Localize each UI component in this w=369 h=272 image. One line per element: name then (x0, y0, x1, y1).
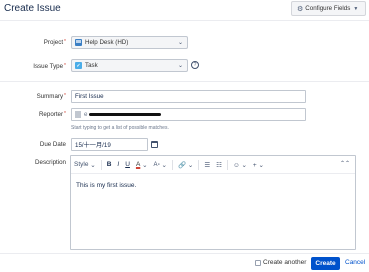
issue-type-label: Issue Type* (33, 63, 66, 70)
header-divider (0, 20, 369, 21)
footer-divider (0, 253, 369, 254)
chevron-down-icon: ▼ (353, 5, 359, 12)
section-divider (0, 81, 369, 82)
bold-button[interactable]: B (104, 159, 115, 171)
italic-button[interactable]: I (114, 159, 122, 171)
editor-toolbar: Style ⌄ B I U A ⌄ A⁹ ⌄ 🔗 ⌄ ☰ ☷ ☺ ⌄ + ⌄ ⌃… (71, 156, 355, 174)
description-content: This is my first issue. (76, 182, 137, 189)
project-icon (75, 39, 82, 46)
cancel-link[interactable]: Cancel (345, 259, 365, 266)
create-another-checkbox[interactable] (255, 260, 261, 266)
chevron-down-icon: ⌄ (177, 40, 183, 46)
plus-icon[interactable]: + ⌄ (250, 159, 267, 171)
gear-icon: ⚙ (297, 5, 304, 13)
text-color-button[interactable]: A ⌄ (133, 159, 151, 171)
calendar-icon[interactable] (151, 141, 158, 148)
issue-type-value: Task (85, 62, 98, 69)
reporter-input[interactable]: e (71, 108, 306, 121)
issue-type-select[interactable]: ✓ Task ⌄ (71, 59, 188, 72)
project-select[interactable]: Help Desk (HD) ⌄ (71, 36, 188, 49)
emoji-icon[interactable]: ☺ ⌄ (230, 159, 250, 171)
due-date-label: Due Date (39, 141, 66, 148)
summary-value: First Issue (75, 93, 104, 100)
summary-input[interactable]: First Issue (71, 90, 306, 103)
underline-button[interactable]: U (122, 159, 133, 171)
task-icon: ✓ (75, 62, 82, 69)
configure-fields-label: Configure Fields (305, 5, 351, 12)
link-icon[interactable]: 🔗 ⌄ (175, 159, 196, 171)
project-label: Project* (43, 39, 66, 46)
bullet-list-icon[interactable]: ☰ (201, 159, 213, 171)
toolbar-separator (227, 159, 228, 170)
project-value: Help Desk (HD) (85, 39, 129, 46)
dialog-title: Create Issue (4, 3, 61, 14)
help-icon[interactable]: ? (191, 61, 199, 69)
create-button[interactable]: Create (311, 257, 340, 270)
reporter-label: Reporter* (38, 111, 66, 118)
configure-fields-button[interactable]: ⚙ Configure Fields ▼ (291, 1, 366, 16)
style-dropdown[interactable]: Style ⌄ (71, 159, 99, 171)
numbered-list-icon[interactable]: ☷ (213, 159, 225, 171)
due-date-input[interactable]: 15/十一月/19 (71, 138, 148, 151)
due-date-value: 15/十一月/19 (75, 142, 111, 149)
chevron-down-icon: ⌄ (177, 63, 183, 69)
avatar-icon (75, 111, 81, 118)
create-another-label[interactable]: Create another (263, 259, 306, 266)
description-editor[interactable]: Style ⌄ B I U A ⌄ A⁹ ⌄ 🔗 ⌄ ☰ ☷ ☺ ⌄ + ⌄ ⌃… (70, 155, 356, 250)
toolbar-separator (100, 159, 102, 170)
text-format-button[interactable]: A⁹ ⌄ (151, 159, 170, 171)
reporter-value-prefix: e (84, 111, 88, 118)
description-label: Description (35, 159, 66, 166)
reporter-hint: Start typing to get a list of possible m… (71, 125, 169, 131)
toolbar-separator (198, 159, 200, 170)
summary-label: Summary* (36, 93, 66, 100)
toolbar-separator (171, 159, 173, 170)
reporter-redacted (89, 113, 162, 116)
collapse-icon[interactable]: ⌃⌃ (340, 160, 350, 167)
